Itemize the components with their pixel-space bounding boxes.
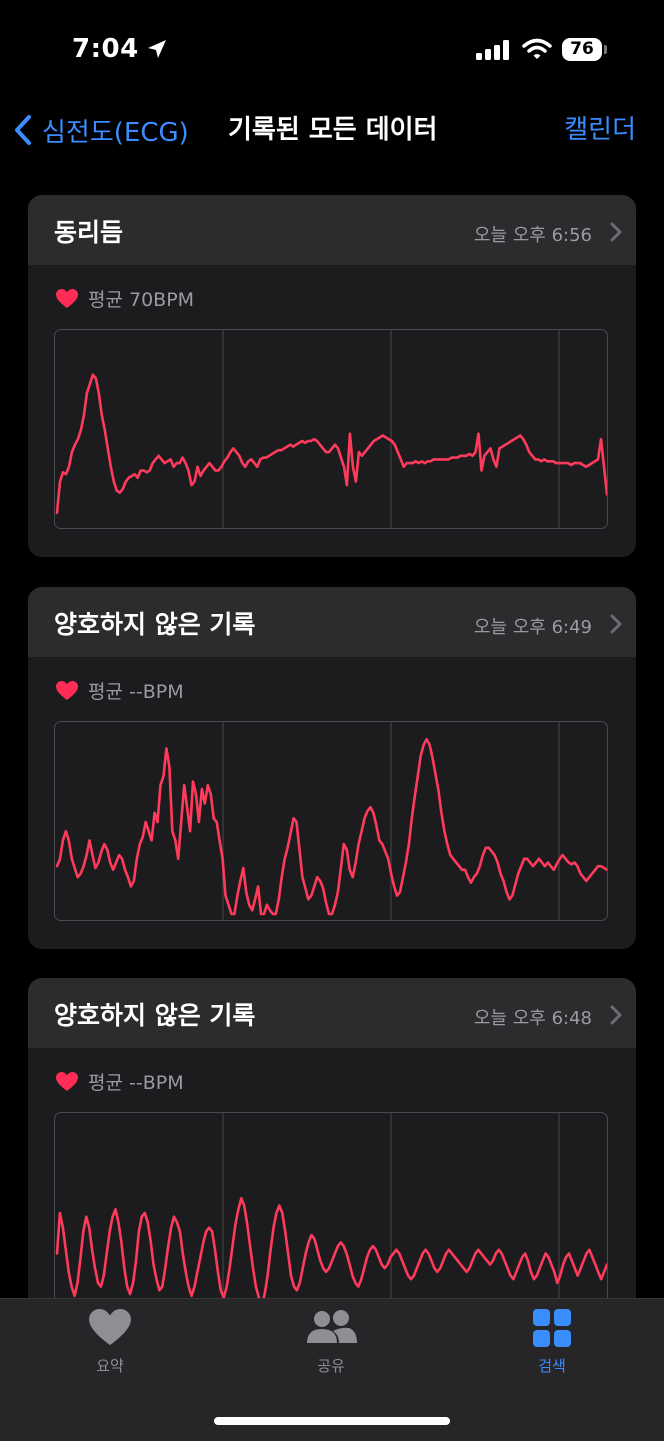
ecg-waveform [54, 329, 608, 529]
wifi-icon [522, 38, 552, 64]
ecg-trace-svg [55, 1113, 607, 1311]
chevron-right-icon [610, 222, 622, 246]
cellular-signal-icon [476, 40, 510, 64]
heart-icon [89, 1309, 131, 1346]
tab-browse-label: 검색 [538, 1357, 566, 1375]
tab-sharing-label: 공유 [317, 1357, 345, 1375]
record-time: 오늘 오후 6:48 [473, 1008, 592, 1029]
tab-sharing[interactable]: 공유 [271, 1309, 391, 1376]
navigation-bar: 심전도(ECG) 기록된 모든 데이터 캘린더 [0, 100, 664, 160]
average-bpm: 평균 --BPM [56, 677, 184, 704]
ecg-waveform [54, 721, 608, 921]
ecg-trace-line [55, 737, 607, 916]
ecg-trace-svg [55, 330, 607, 528]
battery-icon: 76 [562, 38, 602, 61]
average-bpm: 평균 70BPM [56, 285, 194, 312]
average-bpm-label: 평균 --BPM [88, 1072, 184, 1094]
calendar-button[interactable]: 캘린더 [564, 110, 636, 150]
record-time: 오늘 오후 6:49 [473, 617, 592, 638]
page-title: 기록된 모든 데이터 [228, 115, 438, 145]
heart-icon [56, 288, 78, 308]
heart-icon [56, 680, 78, 700]
record-title: 동리듬 [54, 218, 124, 247]
card-header[interactable]: 양호하지 않은 기록 오늘 오후 6:48 [28, 978, 636, 1048]
status-bar: 7:04 76 [0, 0, 664, 100]
average-bpm-label: 평균 --BPM [88, 681, 184, 703]
ecg-trace-svg [55, 722, 607, 920]
average-bpm: 평균 --BPM [56, 1068, 184, 1095]
record-title: 양호하지 않은 기록 [54, 1001, 256, 1030]
ecg-record-card[interactable]: 양호하지 않은 기록 오늘 오후 6:48 평균 --BPM [28, 978, 636, 1340]
record-time: 오늘 오후 6:56 [473, 225, 592, 246]
grid-icon [533, 1309, 571, 1347]
ecg-waveform [54, 1112, 608, 1312]
back-button[interactable]: 심전도(ECG) [14, 110, 189, 150]
chevron-right-icon [610, 614, 622, 638]
card-header[interactable]: 동리듬 오늘 오후 6:56 [28, 195, 636, 265]
tab-summary-label: 요약 [96, 1357, 124, 1375]
ecg-record-card[interactable]: 동리듬 오늘 오후 6:56 평균 70BPM [28, 195, 636, 557]
people-icon [307, 1310, 357, 1343]
card-header[interactable]: 양호하지 않은 기록 오늘 오후 6:49 [28, 587, 636, 657]
tab-summary[interactable]: 요약 [50, 1309, 170, 1376]
heart-icon [56, 1071, 78, 1091]
back-label: 심전도(ECG) [42, 117, 189, 148]
average-bpm-label: 평균 70BPM [88, 289, 195, 311]
home-indicator[interactable] [214, 1417, 450, 1425]
ecg-record-card[interactable]: 양호하지 않은 기록 오늘 오후 6:49 평균 --BPM [28, 587, 636, 949]
ecg-trace-line [55, 1197, 607, 1307]
battery-tip [604, 45, 607, 54]
location-arrow-icon [146, 38, 168, 64]
tab-browse[interactable]: 검색 [492, 1309, 612, 1376]
chevron-right-icon [610, 1005, 622, 1029]
record-title: 양호하지 않은 기록 [54, 610, 256, 639]
chevron-left-icon [15, 115, 31, 145]
ecg-trace-line [55, 373, 607, 515]
status-time: 7:04 [72, 34, 139, 64]
